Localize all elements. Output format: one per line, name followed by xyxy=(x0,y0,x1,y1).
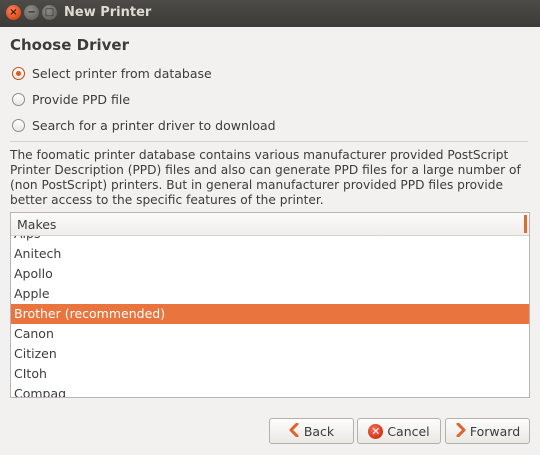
list-item[interactable]: Apollo xyxy=(11,264,529,284)
column-header-label: Makes xyxy=(17,217,57,232)
list-item[interactable]: Canon xyxy=(11,324,529,344)
title-bar[interactable]: × − □ New Printer xyxy=(0,0,540,27)
list-item[interactable]: Alps xyxy=(11,236,529,244)
cancel-button-label: Cancel xyxy=(387,423,430,439)
maximize-window-icon[interactable]: □ xyxy=(42,5,57,20)
column-resize-handle[interactable] xyxy=(524,215,527,233)
radio-button[interactable] xyxy=(12,92,25,106)
list-item[interactable]: CItoh xyxy=(11,364,529,384)
close-window-icon[interactable]: × xyxy=(6,5,21,20)
window-title: New Printer xyxy=(64,5,152,20)
forward-button-label: Forward xyxy=(469,423,521,439)
list-item-selected[interactable]: Brother (recommended) xyxy=(11,304,529,324)
radio-button-checked[interactable] xyxy=(12,66,25,80)
cancel-icon: ✕ xyxy=(368,423,384,439)
list-item[interactable]: Anitech xyxy=(11,244,529,264)
option-select-from-database[interactable]: Select printer from database xyxy=(12,64,212,82)
radio-button[interactable] xyxy=(12,118,25,132)
chevron-right-icon xyxy=(455,422,466,440)
back-button[interactable]: Back xyxy=(269,418,354,444)
option-label: Provide PPD file xyxy=(32,91,131,107)
chevron-left-icon xyxy=(289,422,300,440)
list-item[interactable]: Citizen xyxy=(11,344,529,364)
back-button-label: Back xyxy=(303,423,335,439)
option-search-driver-download[interactable]: Search for a printer driver to download xyxy=(12,116,276,134)
makes-list[interactable]: Makes Alps Anitech Apollo Apple Brother … xyxy=(10,212,530,398)
separator xyxy=(10,141,528,142)
cancel-button[interactable]: ✕ Cancel xyxy=(357,418,441,444)
makes-column-header[interactable]: Makes xyxy=(11,213,529,236)
option-label: Select printer from database xyxy=(32,65,212,81)
list-item[interactable]: Apple xyxy=(11,284,529,304)
forward-button[interactable]: Forward xyxy=(445,418,530,444)
new-printer-dialog: × − □ New Printer Choose Driver Select p… xyxy=(0,0,540,455)
makes-list-viewport[interactable]: Alps Anitech Apollo Apple Brother (recom… xyxy=(11,236,529,397)
minimize-window-icon[interactable]: − xyxy=(24,5,39,20)
list-item[interactable]: Compaq xyxy=(11,384,529,397)
description-text: The foomatic printer database contains v… xyxy=(10,148,521,207)
option-provide-ppd-file[interactable]: Provide PPD file xyxy=(12,90,130,108)
page-title: Choose Driver xyxy=(10,36,129,54)
option-label: Search for a printer driver to download xyxy=(32,117,276,133)
